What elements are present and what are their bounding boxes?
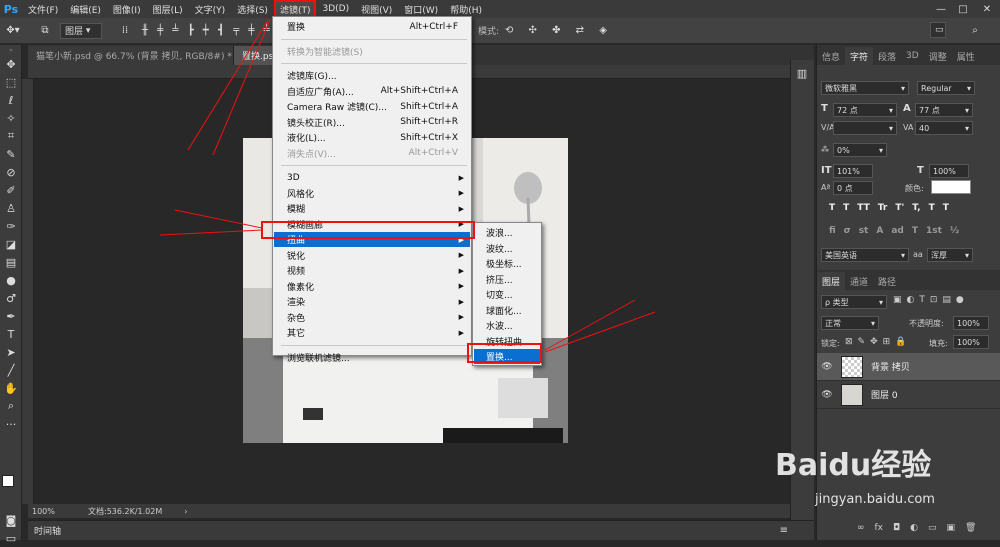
annotation-arrows: [159, 19, 656, 353]
